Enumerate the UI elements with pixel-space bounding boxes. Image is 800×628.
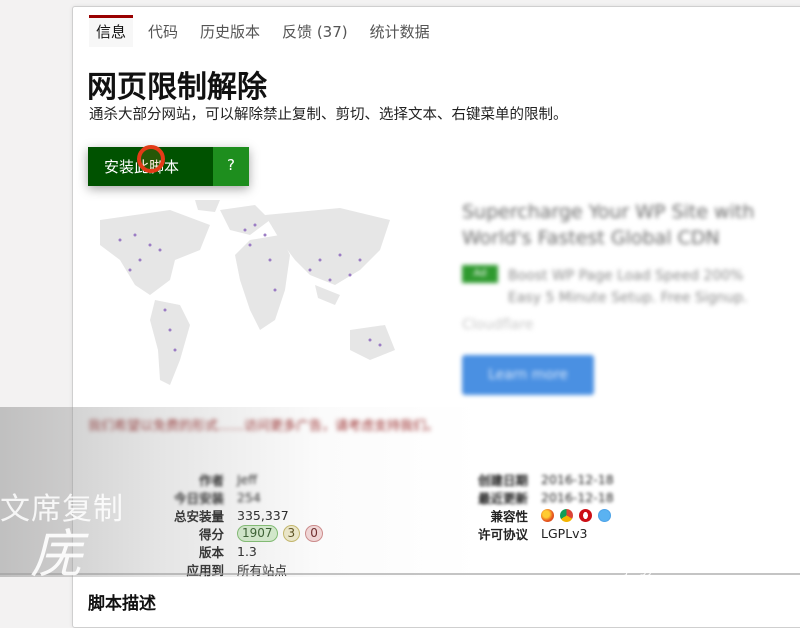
- compat-row: 兼容性: [474, 506, 614, 524]
- baidu-watermark: Bai百 经验: [612, 512, 765, 556]
- tab-history[interactable]: 历史版本: [193, 15, 267, 47]
- baidu-watermark-url: jingyan.baidu.com: [625, 562, 736, 576]
- baidu-brand: Bai百: [612, 520, 700, 555]
- compat-label: 兼容性: [490, 508, 528, 524]
- daily-installs-row: 今日安装 254: [170, 488, 323, 506]
- created-label: 创建日期: [477, 472, 528, 488]
- script-meta-right: 创建日期 2016-12-18 最近更新 2016-12-18 兼容性 许可协议…: [474, 470, 614, 542]
- ad-source: Cloudflare: [462, 317, 534, 333]
- rating-label: 得分: [198, 526, 224, 542]
- updated-value: 2016-12-18: [541, 489, 614, 505]
- created-row: 创建日期 2016-12-18: [474, 470, 614, 488]
- baidu-brand-sub: 经验: [704, 520, 765, 555]
- license-label: 许可协议: [477, 526, 528, 542]
- script-meta-left: 作者 Jeff 今日安装 254 总安装量 335,337 得分 1907 3 …: [170, 470, 323, 578]
- rating-pills: 1907 3 0: [237, 524, 323, 542]
- applies-to-row: 应用到 所有站点: [170, 560, 323, 578]
- safari-icon: [598, 508, 611, 522]
- updated-label: 最近更新: [477, 490, 528, 506]
- firefox-icon: [541, 508, 554, 522]
- tab-bar: 信息 代码 历史版本 反馈 (37) 统计数据: [89, 15, 437, 47]
- updated-row: 最近更新 2016-12-18: [474, 488, 614, 506]
- description-heading: 脚本描述: [88, 594, 156, 614]
- ad-cta-button[interactable]: Learn more: [462, 355, 594, 395]
- daily-installs-label: 今日安装: [173, 490, 224, 506]
- chrome-icon: [560, 508, 573, 522]
- rating-ok: 3: [282, 524, 301, 542]
- ad-tag: Ad: [462, 265, 498, 283]
- tab-feedback[interactable]: 反馈 (37): [275, 15, 355, 47]
- tab-info[interactable]: 信息: [89, 15, 134, 47]
- page-title: 网页限制解除: [87, 70, 267, 105]
- total-installs-row: 总安装量 335,337: [170, 506, 323, 524]
- author-label: 作者: [198, 472, 224, 488]
- ad-banner[interactable]: Supercharge Your WP Site with World's Fa…: [40, 155, 754, 405]
- tab-code[interactable]: 代码: [141, 15, 185, 47]
- author-row: 作者 Jeff: [170, 470, 323, 488]
- version-label: 版本: [198, 544, 224, 560]
- rating-row: 得分 1907 3 0: [170, 524, 323, 542]
- watermark-left-glyph: 庑: [30, 525, 83, 585]
- created-value: 2016-12-18: [541, 471, 614, 487]
- rating-good: 1907: [237, 524, 278, 542]
- rating-bad: 0: [305, 524, 323, 542]
- daily-installs-value: 254: [237, 489, 261, 505]
- tab-stats[interactable]: 统计数据: [363, 15, 437, 47]
- total-installs-label: 总安装量: [173, 508, 224, 524]
- world-map-image: [100, 200, 395, 385]
- version-value: 1.3: [237, 543, 257, 559]
- ad-body: Boost WP Page Load Speed 200% Easy 5 Min…: [508, 268, 748, 306]
- total-installs-value: 335,337: [237, 507, 289, 523]
- ad-notice: 我们希望以免费的形式……访问更多广告，请考虑支持我们。: [88, 419, 440, 434]
- license-value: LGPLv3: [541, 525, 588, 541]
- ad-headline: Supercharge Your WP Site with World's Fa…: [462, 201, 755, 249]
- compat-icons: [541, 508, 611, 522]
- version-row: 版本 1.3: [170, 542, 323, 560]
- applies-to-label: 应用到: [186, 562, 224, 578]
- author-link[interactable]: Jeff: [237, 472, 257, 487]
- applies-to-value: 所有站点: [237, 562, 288, 578]
- license-row: 许可协议 LGPLv3: [474, 524, 614, 542]
- script-description: 通杀大部分网站，可以解除禁止复制、剪切、选择文本、右键菜单的限制。: [89, 107, 568, 123]
- opera-icon: [579, 508, 592, 522]
